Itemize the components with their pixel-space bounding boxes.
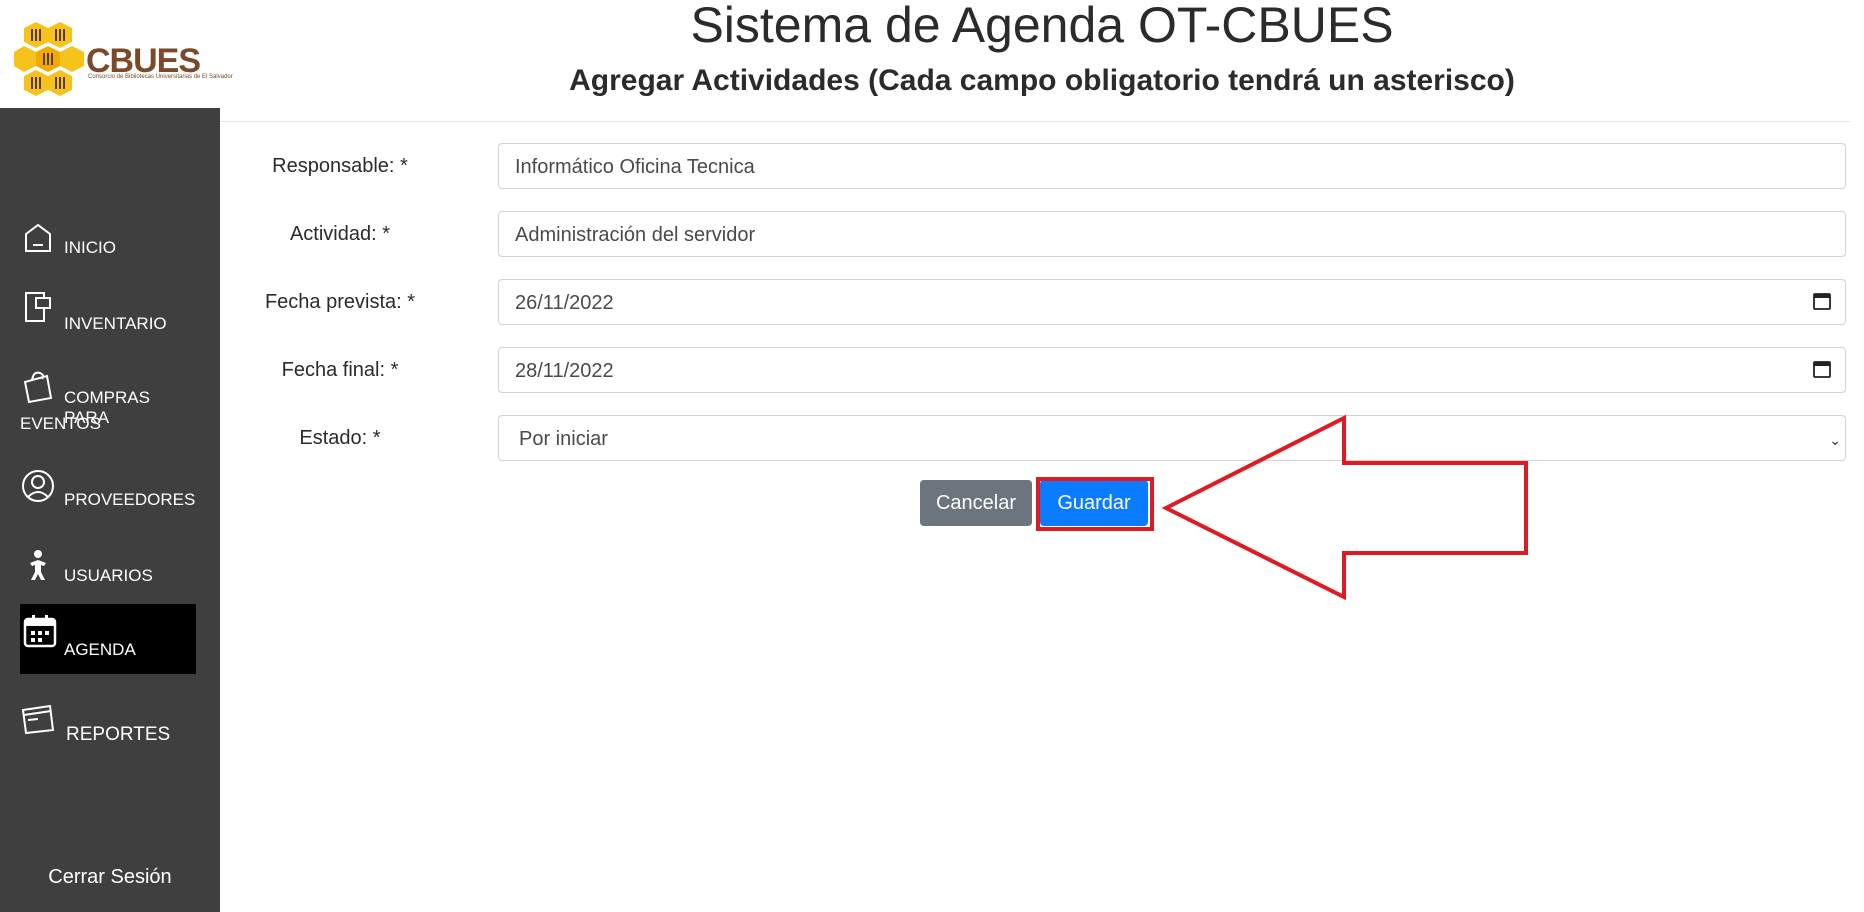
- fecha-final-label: Fecha final: *: [281, 359, 399, 381]
- sidebar-item-label: PROVEEDORES: [64, 490, 196, 509]
- home-icon: [25, 223, 51, 252]
- estado-value: Por iniciar: [519, 428, 608, 450]
- fecha-final-input[interactable]: 28/11/2022: [498, 347, 1846, 393]
- sidebar-item-label: AGENDA: [64, 640, 136, 659]
- person-icon: [30, 550, 46, 580]
- page-title: Sistema de Agenda OT-CBUES: [690, 0, 1394, 53]
- calendar-picker-icon[interactable]: [1813, 292, 1831, 310]
- save-button[interactable]: Guardar: [1040, 480, 1148, 526]
- sidebar-item-proveedores[interactable]: PROVEEDORES: [20, 468, 196, 509]
- actividad-label: Actividad: *: [289, 223, 391, 245]
- fecha-prevista-label: Fecha prevista: *: [264, 291, 416, 313]
- sidebar-item-reportes[interactable]: REPORTES: [20, 700, 196, 745]
- logo: CBUES Consorcio de Bibliotecas Universit…: [0, 0, 233, 108]
- estado-label: Estado: *: [299, 427, 381, 449]
- fecha-prevista-value: 26/11/2022: [515, 292, 614, 314]
- sidebar-item-label: REPORTES: [66, 724, 171, 745]
- calendar-icon: [23, 615, 57, 648]
- honeycomb-logo-icon: [14, 22, 84, 96]
- logout-link[interactable]: Cerrar Sesión: [0, 866, 220, 889]
- sidebar-item-label: INICIO: [64, 238, 116, 257]
- inventory-icon: [25, 292, 51, 322]
- responsable-label: Responsable: *: [272, 155, 408, 177]
- calendar-picker-icon[interactable]: [1813, 360, 1831, 378]
- sidebar-item-agenda[interactable]: AGENDA: [20, 604, 196, 674]
- responsable-input[interactable]: Informático Oficina Tecnica: [498, 143, 1846, 189]
- chevron-down-icon: ⌄: [1829, 432, 1841, 448]
- sidebar-item-label: USUARIOS: [64, 566, 153, 585]
- fecha-final-value: 28/11/2022: [515, 360, 614, 382]
- page-subtitle: Agregar Actividades (Cada campo obligato…: [569, 64, 1515, 97]
- actividad-value: Administración del servidor: [515, 224, 756, 246]
- cancel-button[interactable]: Cancelar: [920, 480, 1032, 526]
- fecha-prevista-input[interactable]: 26/11/2022: [498, 279, 1846, 325]
- sidebar-item-usuarios[interactable]: USUARIOS: [20, 548, 196, 588]
- sidebar-item-label: INVENTARIO: [64, 314, 167, 333]
- annotation-arrow-icon: [1161, 414, 1528, 600]
- sidebar-item-label-line2: EVENTOS: [20, 414, 101, 433]
- logo-tagline: Consorcio de Bibliotecas Universitarias …: [88, 74, 233, 80]
- actividad-input[interactable]: Administración del servidor: [498, 211, 1846, 257]
- sidebar-item-inicio[interactable]: INICIO: [20, 220, 196, 260]
- reports-icon: [21, 704, 55, 735]
- header-divider: [220, 121, 1850, 122]
- sidebar-item-inventario[interactable]: INVENTARIO: [20, 290, 196, 333]
- user-circle-icon: [22, 470, 54, 502]
- shopping-bag-icon: [23, 371, 53, 404]
- sidebar-item-compras[interactable]: COMPRAS PARA EVENTOS: [20, 368, 196, 438]
- responsable-value: Informático Oficina Tecnica: [515, 156, 755, 178]
